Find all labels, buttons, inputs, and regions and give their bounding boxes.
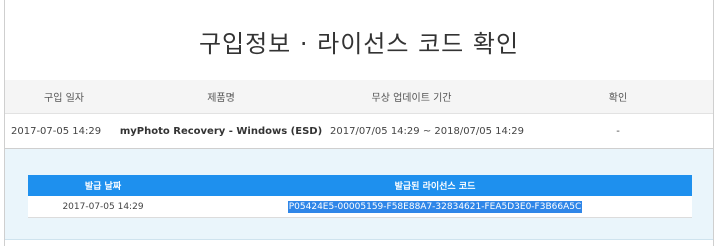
title-area: 구입정보 · 라이선스 코드 확인	[5, 0, 713, 81]
table-row[interactable]: 2017-07-05 14:29 myPhoto Recovery - Wind…	[5, 114, 713, 149]
license-table: 발급 날짜 발급된 라이선스 코드 2017-07-05 14:29 P0542…	[28, 175, 692, 218]
license-detail-panel: 발급 날짜 발급된 라이선스 코드 2017-07-05 14:29 P0542…	[5, 149, 713, 240]
page-title: 구입정보 · 라이선스 코드 확인	[198, 29, 520, 58]
header-confirm: 확인	[608, 93, 628, 104]
header-purchase-date: 구입 일자	[44, 93, 84, 104]
license-code-cell[interactable]: P05424E5-00005159-F58E88A7-32834621-FEA5…	[178, 196, 692, 217]
purchase-info-panel: 구입정보 · 라이선스 코드 확인 구입 일자 제품명 무상 업데이트 기간 확…	[4, 0, 714, 246]
purchase-date: 2017-07-05 14:29	[11, 125, 102, 137]
issue-date: 2017-07-05 14:29	[62, 201, 144, 212]
license-code[interactable]: P05424E5-00005159-F58E88A7-32834621-FEA5…	[287, 200, 583, 213]
confirm-cell: -	[616, 125, 620, 137]
product-name: myPhoto Recovery - Windows (ESD)	[119, 114, 323, 148]
header-issue-date: 발급 날짜	[84, 182, 122, 192]
license-table-header: 발급 날짜 발급된 라이선스 코드	[28, 175, 692, 196]
license-row: 2017-07-05 14:29 P05424E5-00005159-F58E8…	[28, 196, 692, 218]
header-product-name: 제품명	[207, 93, 235, 104]
product-name-text: myPhoto Recovery - Windows (ESD)	[119, 125, 323, 137]
purchase-table-header: 구입 일자 제품명 무상 업데이트 기간 확인	[5, 80, 713, 114]
update-period: 2017/07/05 14:29 ~ 2018/07/05 14:29	[330, 125, 525, 137]
header-license-code: 발급된 라이선스 코드	[394, 182, 476, 192]
header-update-period: 무상 업데이트 기간	[371, 93, 452, 104]
